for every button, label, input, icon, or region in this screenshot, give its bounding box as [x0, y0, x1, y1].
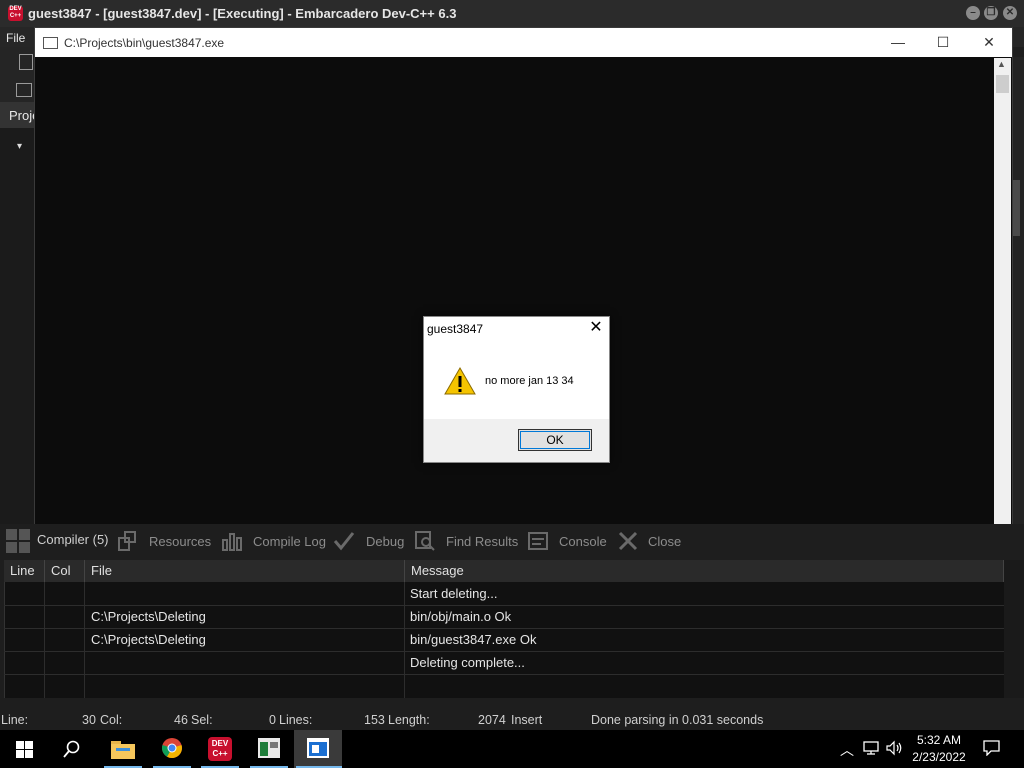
windows-start-icon[interactable] [16, 741, 33, 758]
console-maximize-button[interactable]: ☐ [920, 32, 966, 54]
console-minimize-button[interactable]: — [875, 32, 921, 54]
tab-find-results[interactable]: Find Results [446, 534, 518, 549]
row-divider [4, 674, 1004, 675]
tab-compile-log[interactable]: Compile Log [253, 534, 326, 549]
debug-check-icon [333, 532, 355, 551]
ide-close-button[interactable]: ✕ [1003, 6, 1017, 20]
console-window-title: C:\Projects\bin\guest3847.exe [64, 36, 225, 50]
status-sel-value: 0 [269, 713, 276, 727]
ok-button[interactable]: OK [518, 429, 592, 451]
tab-debug[interactable]: Debug [366, 534, 404, 549]
file-explorer-icon[interactable] [111, 739, 135, 759]
grid-icon [6, 529, 30, 553]
table-row-1-message[interactable]: bin/obj/main.o Ok [404, 606, 511, 628]
console-app-icon [43, 37, 58, 49]
ide-minimize-button[interactable]: – [966, 6, 980, 20]
resources-icon [118, 531, 136, 551]
tray-clock-time[interactable]: 5:32 AM [902, 733, 976, 747]
tab-close[interactable]: Close [648, 534, 681, 549]
compile-log-icon [222, 533, 242, 551]
project-pane [0, 128, 34, 524]
warning-icon [444, 367, 476, 395]
status-lines-label: Lines: [279, 713, 313, 727]
status-length-value: 2074 [478, 713, 506, 727]
console-close-button[interactable]: ✕ [966, 32, 1012, 54]
search-icon[interactable] [63, 740, 81, 758]
tree-expand-icon[interactable]: ▾ [17, 141, 22, 152]
dialog-close-button[interactable]: ✕ [584, 317, 608, 339]
tab-console[interactable]: Console [559, 534, 607, 549]
table-scrollbar[interactable] [1004, 560, 1024, 698]
close-icon [618, 531, 638, 551]
project-icon[interactable] [16, 83, 32, 97]
app-window-icon[interactable] [258, 738, 280, 758]
dialog-message: no more jan 13 34 [485, 375, 574, 387]
notification-center-icon[interactable] [983, 740, 1000, 756]
console-icon [528, 532, 548, 550]
ide-restore-button[interactable]: ❐ [984, 6, 998, 20]
column-header-message[interactable]: Message [405, 560, 1004, 582]
tray-chevron-up-icon[interactable]: ︿ [840, 740, 854, 760]
tray-clock-date[interactable]: 2/23/2022 [902, 750, 976, 764]
table-row-3-message[interactable]: Deleting complete... [404, 652, 525, 674]
find-results-icon [415, 531, 435, 551]
message-box-dialog: guest3847 ✕ no more jan 13 34 OK [423, 316, 610, 463]
dialog-title: guest3847 [427, 322, 484, 336]
console-scrollbar-thumb[interactable] [996, 75, 1009, 93]
column-divider [44, 582, 45, 698]
console-taskbar-icon[interactable] [307, 738, 329, 758]
ide-window-title: guest3847 - [guest3847.dev] - [Executing… [28, 6, 457, 21]
tab-resources[interactable]: Resources [149, 534, 211, 549]
console-scrollbar[interactable] [994, 58, 1011, 538]
tab-compiler[interactable]: Compiler (5) [37, 532, 109, 547]
chrome-icon[interactable] [161, 737, 183, 759]
status-parse-message: Done parsing in 0.031 seconds [591, 713, 764, 727]
table-row-2-file[interactable]: C:\Projects\Deleting [85, 629, 206, 651]
column-header-line[interactable]: Line [4, 560, 45, 582]
network-icon[interactable] [863, 741, 879, 755]
status-sel-label: Sel: [191, 713, 213, 727]
devcpp-taskbar-icon[interactable]: DEV C++ [208, 737, 232, 761]
menu-file[interactable]: File [6, 31, 25, 45]
column-header-col[interactable]: Col [45, 560, 85, 582]
table-row-1-file[interactable]: C:\Projects\Deleting [85, 606, 206, 628]
status-col-value: 46 [174, 713, 188, 727]
status-insert-mode: Insert [511, 713, 543, 727]
status-line-label: Line: [1, 713, 29, 727]
column-header-file[interactable]: File [85, 560, 405, 582]
editor-scrollbar-thumb[interactable] [1012, 180, 1020, 236]
status-length-label: Length: [388, 713, 430, 727]
status-col-label: Col: [100, 713, 123, 727]
table-row-0-message[interactable]: Start deleting... [404, 583, 497, 605]
new-file-icon[interactable] [19, 54, 33, 70]
status-lines-value: 153 [364, 713, 385, 727]
table-row-2-message[interactable]: bin/guest3847.exe Ok [404, 629, 536, 651]
status-line-value: 30 [82, 713, 96, 727]
scroll-up-icon[interactable]: ▲ [997, 59, 1006, 69]
devcpp-logo-icon: DEV C++ [8, 6, 23, 21]
